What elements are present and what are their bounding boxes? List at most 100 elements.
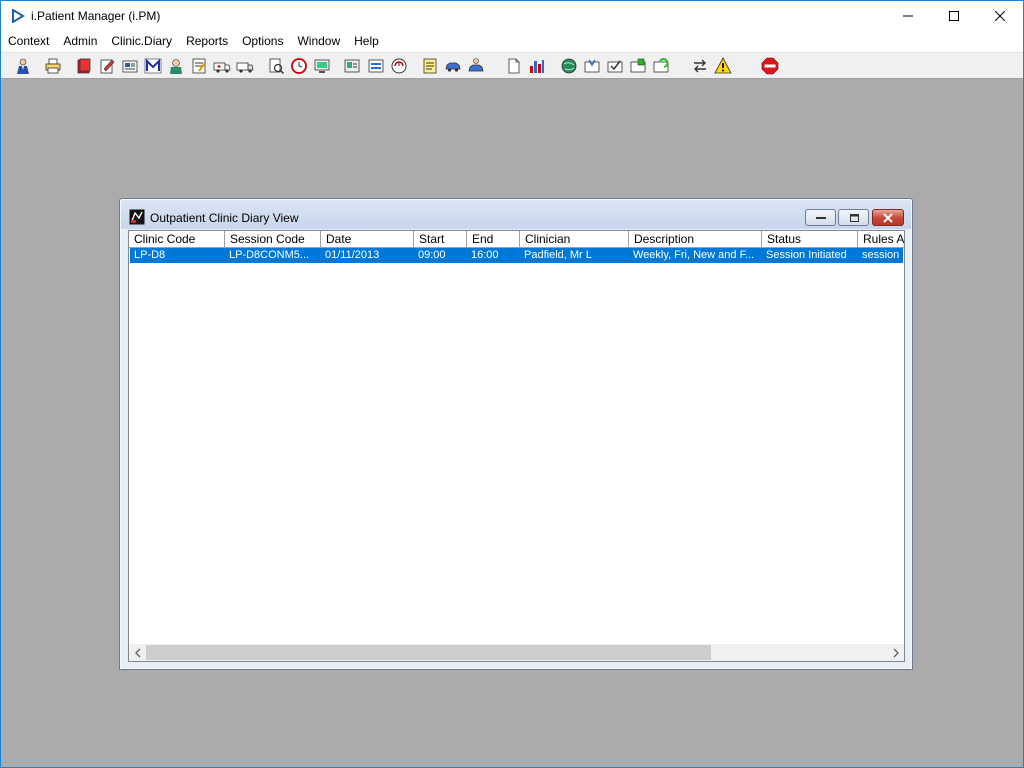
transfer-button[interactable] — [689, 55, 711, 77]
bar-chart-button[interactable] — [526, 55, 548, 77]
column-header-date[interactable]: Date — [321, 231, 414, 248]
cell-start: 09:00 — [418, 249, 446, 261]
menu-reports[interactable]: Reports — [179, 31, 235, 52]
menu-window[interactable]: Window — [290, 31, 347, 52]
nurse-icon — [170, 59, 182, 74]
menu-context[interactable]: Context — [1, 31, 56, 52]
menu-help[interactable]: Help — [347, 31, 386, 52]
globe-button[interactable] — [558, 55, 580, 77]
menu-options[interactable]: Options — [235, 31, 290, 52]
app-title: i.Patient Manager (i.PM) — [31, 9, 161, 23]
ambulance-icon — [213, 62, 231, 73]
monitor-button[interactable] — [311, 55, 333, 77]
book-button[interactable] — [73, 55, 95, 77]
menu-clinic-diary[interactable]: Clinic.Diary — [104, 31, 179, 52]
ambulance-button[interactable] — [211, 55, 233, 77]
patient-button[interactable] — [12, 55, 34, 77]
menu-admin[interactable]: Admin — [56, 31, 104, 52]
blank-document-icon — [508, 58, 520, 74]
inbox-check-button[interactable] — [604, 55, 626, 77]
inbox-green-button[interactable] — [627, 55, 649, 77]
column-header-status[interactable]: Status — [762, 231, 858, 248]
refresh-circle-button[interactable] — [388, 55, 410, 77]
column-header-clinic-code[interactable]: Clinic Code — [129, 231, 225, 248]
clock-button[interactable] — [288, 55, 310, 77]
column-header-clinician[interactable]: Clinician — [520, 231, 629, 248]
person-car-button[interactable] — [465, 55, 487, 77]
nurse-button[interactable] — [165, 55, 187, 77]
cell-end: 16:00 — [471, 249, 499, 261]
child-window-title: Outpatient Clinic Diary View — [150, 211, 299, 225]
child-minimize-button[interactable] — [805, 209, 836, 226]
ambulance-2-button[interactable] — [234, 55, 256, 77]
inbox-check-icon — [607, 60, 623, 73]
m-button[interactable] — [142, 55, 164, 77]
minimize-button[interactable] — [885, 1, 931, 31]
newspaper-button[interactable] — [119, 55, 141, 77]
notepad-icon — [192, 58, 206, 74]
diary-window-icon — [129, 209, 145, 225]
blank-document-button[interactable] — [503, 55, 525, 77]
edit-document-button[interactable] — [96, 55, 118, 77]
clock-icon — [291, 58, 307, 74]
warning-icon — [714, 57, 732, 74]
notes-button[interactable] — [419, 55, 441, 77]
cell-status: Session Initiated — [766, 249, 847, 261]
clinic-diary-list: Clinic Code Session Code Date Start End … — [128, 230, 905, 662]
column-header-description[interactable]: Description — [629, 231, 762, 248]
globe-icon — [561, 58, 577, 74]
child-title-bar: Outpatient Clinic Diary View — [121, 200, 911, 229]
title-bar: i.Patient Manager (i.PM) — [1, 1, 1023, 31]
refresh-circle-icon — [391, 58, 407, 74]
column-header-session-code[interactable]: Session Code — [225, 231, 321, 248]
exit-icon — [761, 57, 779, 75]
scan-document-button[interactable] — [265, 55, 287, 77]
warning-button[interactable] — [712, 55, 734, 77]
minimize-icon — [903, 15, 913, 17]
id-card-button[interactable] — [341, 55, 363, 77]
ward-button[interactable] — [365, 55, 387, 77]
column-header-start[interactable]: Start — [414, 231, 467, 248]
inbox-down-button[interactable] — [581, 55, 603, 77]
print-button[interactable] — [42, 55, 64, 77]
close-icon — [995, 11, 1005, 21]
m-logo-icon — [144, 58, 162, 74]
close-icon — [883, 212, 893, 223]
toolbar — [1, 52, 1023, 79]
scroll-right-button[interactable] — [887, 644, 904, 661]
car-icon — [445, 62, 461, 72]
cell-description: Weekly, Fri, New and F... — [633, 249, 755, 261]
clinic-diary-window: Outpatient Clinic Diary View Clinic Code… — [119, 198, 913, 670]
column-header-rules-applied[interactable]: Rules Ap — [858, 231, 904, 248]
patient-icon — [17, 58, 29, 74]
chevron-left-icon — [134, 648, 140, 657]
printer-icon — [45, 58, 61, 74]
scan-document-icon — [269, 58, 285, 75]
scroll-thumb[interactable] — [146, 645, 711, 660]
newspaper-icon — [122, 60, 138, 73]
main-window: i.Patient Manager (i.PM) Context Admin C… — [0, 0, 1024, 768]
exit-button[interactable] — [759, 55, 781, 77]
notes-icon — [423, 58, 437, 74]
horizontal-scrollbar[interactable] — [129, 644, 904, 661]
ambulance-2-icon — [236, 62, 254, 73]
inbox-down-icon — [584, 59, 600, 73]
maximize-icon — [949, 11, 959, 21]
scroll-left-button[interactable] — [129, 644, 146, 661]
notepad-button[interactable] — [188, 55, 210, 77]
maximize-button[interactable] — [931, 1, 977, 31]
column-header-end[interactable]: End — [467, 231, 520, 248]
cell-date: 01/11/2013 — [325, 249, 380, 261]
window-controls — [885, 1, 1023, 31]
close-button[interactable] — [977, 1, 1023, 31]
cell-session-code: LP-D8CONM5... — [229, 249, 310, 261]
monitor-icon — [314, 59, 330, 73]
person-car-icon — [468, 58, 484, 72]
cell-clinician: Padfield, Mr L — [524, 249, 592, 261]
car-button[interactable] — [442, 55, 464, 77]
table-row[interactable]: LP-D8 LP-D8CONM5... 01/11/2013 09:00 16:… — [130, 248, 903, 263]
child-close-button[interactable] — [872, 209, 904, 226]
inbox-green-icon — [630, 58, 646, 73]
child-restore-button[interactable] — [838, 209, 869, 226]
inbox-refresh-button[interactable] — [650, 55, 672, 77]
